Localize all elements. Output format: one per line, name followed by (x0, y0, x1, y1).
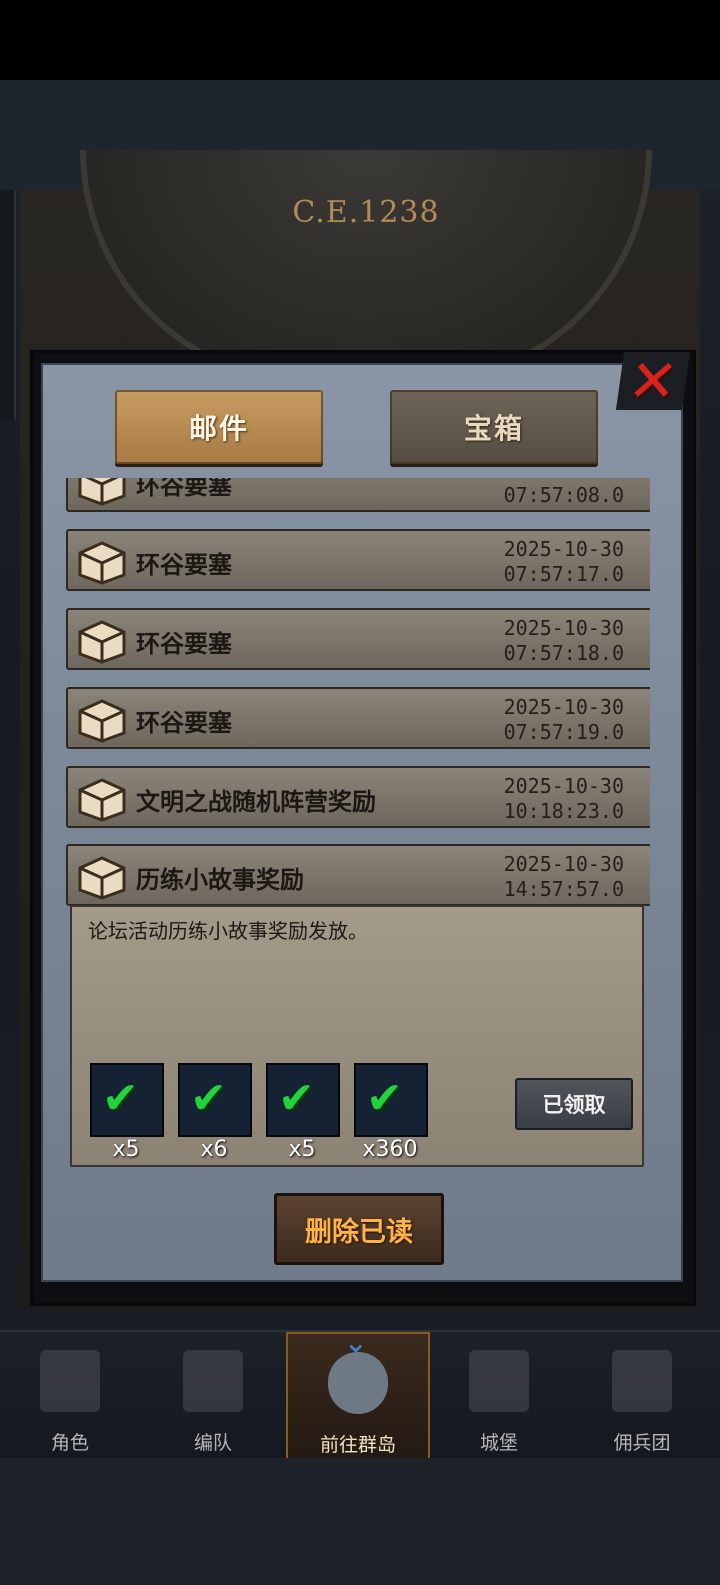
nav-item-formation[interactable]: 编队 (143, 1332, 283, 1460)
tab-mail[interactable]: 邮件 (115, 390, 323, 464)
mail-title: 环谷要塞 (136, 551, 232, 579)
mail-time: 10:18:23.0 (503, 799, 624, 823)
nav-item-islands[interactable]: ⌄ 前往群岛 (286, 1326, 430, 1464)
mail-time: 07:57:19.0 (503, 720, 624, 744)
mail-date: 2025-10-30 (503, 537, 624, 561)
mail-date: 2025-10-30 (503, 695, 624, 719)
reward-slot[interactable]: ✔ (266, 1063, 340, 1137)
helmet-icon (183, 1350, 243, 1412)
knight-icon (40, 1350, 100, 1412)
delete-read-button[interactable]: 删除已读 (274, 1193, 444, 1265)
reward-count: x5 (288, 1137, 316, 1162)
lower-band (0, 1458, 720, 1585)
mail-item[interactable]: 环谷要塞 2025-10-30 07:57:19.0 (66, 687, 650, 749)
reward-slot[interactable]: ✔ (90, 1063, 164, 1137)
clock-year: C.E.1238 (292, 195, 440, 230)
mail-date: 2025-10-30 (503, 774, 624, 798)
mail-item[interactable]: 环谷要塞 07:57:08.0 (66, 478, 650, 512)
bottom-nav: 角色 编队 ⌄ 前往群岛 城堡 佣兵团 (0, 1326, 720, 1464)
castle-icon (469, 1350, 529, 1412)
mail-list[interactable]: 环谷要塞 07:57:08.0 环谷要塞 2025-10-30 07:57:17… (66, 478, 650, 908)
check-icon: ✔ (366, 1073, 403, 1124)
nav-item-castle[interactable]: 城堡 (429, 1332, 569, 1460)
check-icon: ✔ (190, 1073, 227, 1124)
mail-date: 2025-10-30 (503, 852, 624, 876)
mail-time: 07:57:08.0 (503, 483, 624, 507)
reward-slot[interactable]: ✔ (178, 1063, 252, 1137)
mail-item[interactable]: 环谷要塞 2025-10-30 07:57:17.0 (66, 529, 650, 591)
nav-label: 角色 (50, 1432, 89, 1454)
globe-icon (328, 1352, 388, 1414)
mail-time: 07:57:17.0 (503, 562, 624, 586)
mail-title: 文明之战随机阵营奖励 (136, 788, 376, 816)
check-icon: ✔ (102, 1073, 139, 1124)
mail-time: 14:57:57.0 (503, 877, 624, 901)
chest-icon (78, 778, 126, 822)
claimed-button[interactable]: 已领取 (515, 1078, 633, 1130)
mail-date: 2025-10-30 (503, 616, 624, 640)
nav-label: 城堡 (479, 1432, 518, 1454)
mail-title: 环谷要塞 (136, 709, 232, 737)
tab-chest[interactable]: 宝箱 (390, 390, 598, 464)
nav-label: 前往群岛 (319, 1434, 396, 1456)
side-panel-edge (0, 190, 16, 420)
chest-icon (78, 856, 126, 900)
chest-icon (78, 620, 126, 664)
nav-item-mercenary[interactable]: 佣兵团 (572, 1332, 712, 1460)
check-icon: ✔ (278, 1073, 315, 1124)
mail-title: 环谷要塞 (136, 478, 232, 500)
close-icon[interactable]: ✕ (615, 347, 691, 415)
mercenary-icon (612, 1350, 672, 1412)
status-bar (0, 0, 720, 80)
nav-label: 佣兵团 (613, 1432, 671, 1454)
chest-icon (78, 541, 126, 585)
reward-count: x5 (112, 1137, 140, 1162)
mail-item[interactable]: 文明之战随机阵营奖励 2025-10-30 10:18:23.0 (66, 766, 650, 828)
mail-body-text: 论坛活动历练小故事奖励发放。 (88, 919, 368, 943)
reward-slot[interactable]: ✔ (354, 1063, 428, 1137)
mail-item[interactable]: 环谷要塞 2025-10-30 07:57:18.0 (66, 608, 650, 670)
reward-count: x360 (362, 1137, 418, 1162)
nav-item-character[interactable]: 角色 (0, 1332, 140, 1460)
mail-item-expanded[interactable]: 历练小故事奖励 2025-10-30 14:57:57.0 (66, 844, 650, 906)
mail-title: 环谷要塞 (136, 630, 232, 658)
nav-label: 编队 (193, 1432, 232, 1454)
chest-icon (78, 699, 126, 743)
chest-icon (78, 478, 126, 506)
reward-count: x6 (200, 1137, 228, 1162)
mail-time: 07:57:18.0 (503, 641, 624, 665)
mail-title: 历练小故事奖励 (136, 866, 304, 894)
